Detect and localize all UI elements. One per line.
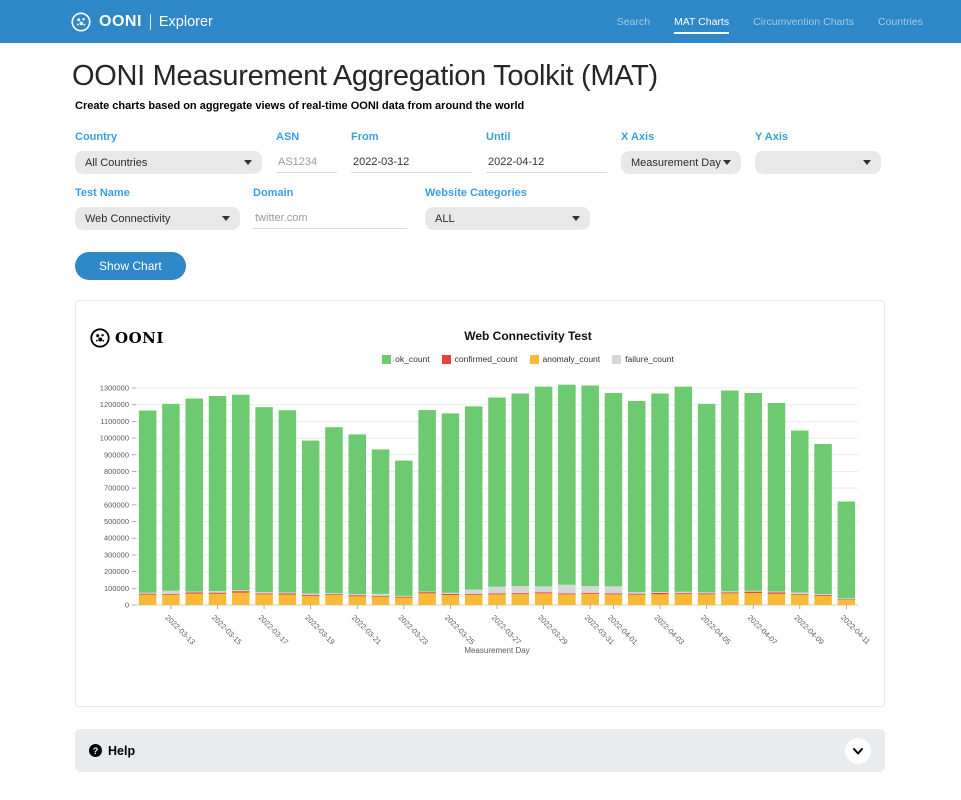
x-axis-select[interactable]: Measurement Day <box>621 151 741 174</box>
test-name-label: Test Name <box>75 187 240 199</box>
y-axis-select[interactable] <box>755 151 881 174</box>
ooni-chart-watermark: OONI <box>89 327 164 349</box>
country-select[interactable]: All Countries <box>75 151 262 174</box>
svg-text:300000: 300000 <box>104 550 129 559</box>
top-navbar: OONI Explorer Search MAT Charts Circumve… <box>0 0 961 43</box>
brand-suffix: Explorer <box>159 14 213 30</box>
svg-text:1200000: 1200000 <box>100 400 129 409</box>
from-date-input[interactable] <box>351 151 472 173</box>
svg-text:2022-04-11: 2022-04-11 <box>839 613 872 646</box>
nav-link-search[interactable]: Search <box>617 10 650 34</box>
chevron-down-icon <box>723 160 731 165</box>
svg-text:Measurement Day: Measurement Day <box>464 646 529 655</box>
website-categories-label: Website Categories <box>425 187 590 199</box>
svg-text:200000: 200000 <box>104 567 129 576</box>
legend-item-ok_count: ok_count <box>382 354 430 364</box>
svg-text:2022-03-25: 2022-03-25 <box>443 613 476 646</box>
stacked-bar-chart[interactable]: 0 100000 200000 300000 400000 500000 600000 700… <box>76 378 886 680</box>
svg-text:2022-03-15: 2022-03-15 <box>210 613 243 646</box>
svg-text:2022-03-29: 2022-03-29 <box>536 613 569 646</box>
chevron-down-icon <box>863 160 871 165</box>
ooni-explorer-logo[interactable]: OONI Explorer <box>70 11 213 33</box>
svg-text:1100000: 1100000 <box>100 417 129 426</box>
website-categories-select[interactable]: ALL <box>425 207 590 230</box>
asn-input[interactable] <box>276 151 337 173</box>
ooni-wordmark: OONI <box>115 329 164 347</box>
page-title: OONI Measurement Aggregation Toolkit (MA… <box>72 60 885 93</box>
y-axis-label: Y Axis <box>755 131 881 143</box>
chart-card: OONI Web Connectivity Test ok_count confi… <box>75 300 885 707</box>
country-select-value: All Countries <box>85 157 147 169</box>
ooni-logo-icon <box>70 11 92 33</box>
nav-links: Search MAT Charts Circumvention Charts C… <box>617 10 923 34</box>
svg-text:1000000: 1000000 <box>100 434 129 443</box>
show-chart-button[interactable]: Show Chart <box>75 252 186 280</box>
test-name-select[interactable]: Web Connectivity <box>75 207 240 230</box>
main-content: OONI Measurement Aggregation Toolkit (MA… <box>75 60 885 772</box>
country-label: Country <box>75 131 262 143</box>
svg-text:400000: 400000 <box>104 534 129 543</box>
filter-row-2: Test Name Web Connectivity Domain Websit… <box>75 187 885 230</box>
anomaly_count-swatch <box>530 355 539 364</box>
svg-text:700000: 700000 <box>104 484 129 493</box>
svg-text:2022-04-05: 2022-04-05 <box>699 613 732 646</box>
x-axis-select-value: Measurement Day <box>631 157 721 169</box>
svg-text:2022-03-19: 2022-03-19 <box>303 613 336 646</box>
until-label: Until <box>486 131 607 143</box>
domain-label: Domain <box>253 187 407 199</box>
svg-text:0: 0 <box>125 601 129 610</box>
from-label: From <box>351 131 472 143</box>
svg-text:900000: 900000 <box>104 450 129 459</box>
nav-link-countries[interactable]: Countries <box>878 10 923 34</box>
asn-label: ASN <box>276 131 337 143</box>
failure_count-swatch <box>612 355 621 364</box>
confirmed_count-swatch <box>442 355 451 364</box>
chevron-down-icon <box>222 216 230 221</box>
nav-link-circumvention-charts[interactable]: Circumvention Charts <box>753 10 854 34</box>
legend-item-failure_count: failure_count <box>612 354 674 364</box>
chart-header: Web Connectivity Test ok_count confirmed_… <box>168 329 888 364</box>
help-header: ? Help <box>89 744 135 758</box>
svg-text:2022-03-13: 2022-03-13 <box>164 613 197 646</box>
svg-text:2022-04-07: 2022-04-07 <box>746 613 779 646</box>
x-axis-label: X Axis <box>621 131 741 143</box>
svg-text:2022-04-03: 2022-04-03 <box>653 613 686 646</box>
filter-row-1: Country All Countries ASN From Until X A… <box>75 131 885 174</box>
domain-input[interactable] <box>253 207 407 229</box>
page-subtitle: Create charts based on aggregate views o… <box>75 100 885 112</box>
svg-text:2022-04-09: 2022-04-09 <box>792 613 825 646</box>
nav-link-mat-charts[interactable]: MAT Charts <box>674 10 729 34</box>
until-date-input[interactable] <box>486 151 607 173</box>
brand-divider <box>150 14 151 30</box>
chevron-down-icon <box>572 216 580 221</box>
help-section[interactable]: ? Help <box>75 729 885 772</box>
legend-item-anomaly_count: anomaly_count <box>530 354 601 364</box>
ok_count-swatch <box>382 355 391 364</box>
chart-legend: ok_count confirmed_count anomaly_count fail… <box>168 354 888 364</box>
svg-text:2022-03-21: 2022-03-21 <box>350 613 383 646</box>
website-categories-select-value: ALL <box>435 213 455 225</box>
chevron-down-icon <box>244 160 252 165</box>
chevron-down-icon <box>852 745 864 757</box>
svg-text:2022-03-17: 2022-03-17 <box>257 613 290 646</box>
chart-title: Web Connectivity Test <box>168 329 888 343</box>
svg-text:500000: 500000 <box>104 517 129 526</box>
svg-text:800000: 800000 <box>104 467 129 476</box>
legend-item-confirmed_count: confirmed_count <box>442 354 518 364</box>
ooni-logo-icon <box>89 327 111 349</box>
test-name-select-value: Web Connectivity <box>85 213 170 225</box>
svg-text:2022-03-27: 2022-03-27 <box>490 613 523 646</box>
help-collapse-button[interactable] <box>845 738 871 764</box>
help-label: Help <box>108 744 135 758</box>
svg-text:1300000: 1300000 <box>100 384 129 393</box>
question-mark-icon: ? <box>89 744 102 757</box>
svg-text:600000: 600000 <box>104 500 129 509</box>
svg-text:100000: 100000 <box>104 584 129 593</box>
brand-name: OONI <box>99 13 142 31</box>
svg-text:2022-03-23: 2022-03-23 <box>396 613 429 646</box>
